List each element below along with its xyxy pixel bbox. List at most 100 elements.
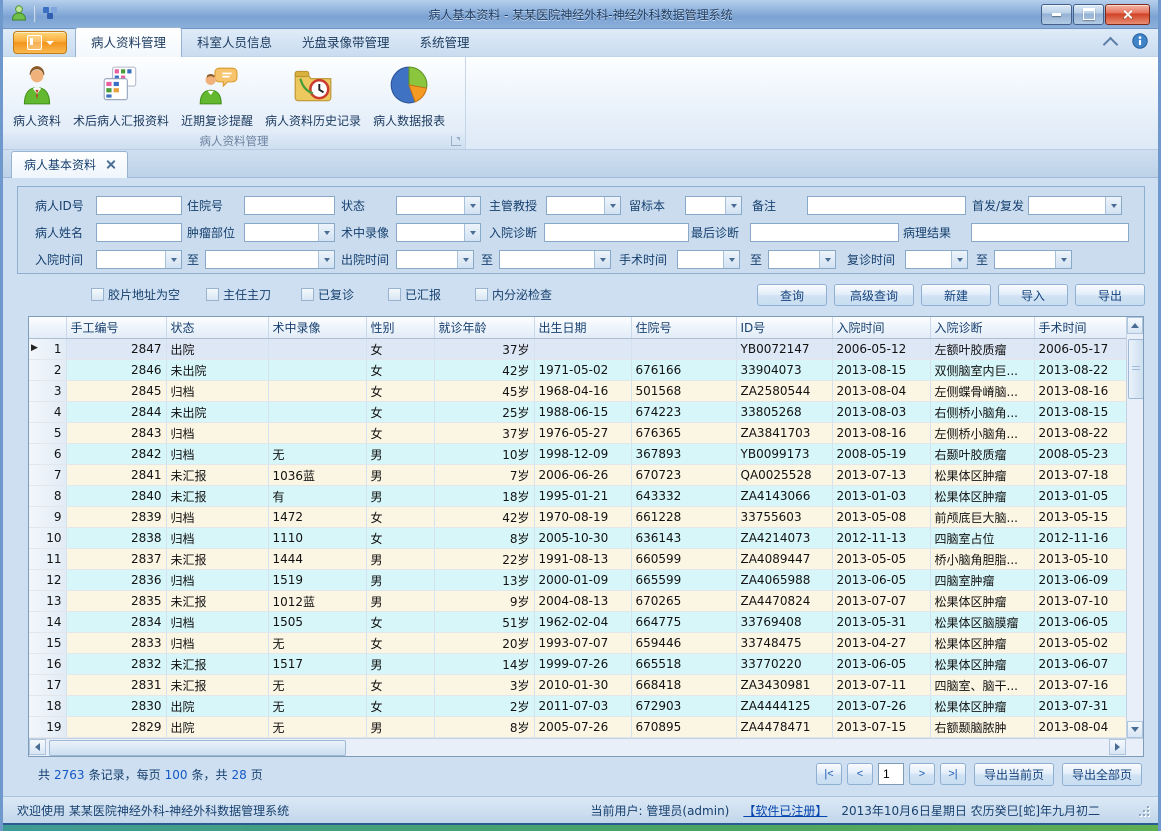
cell-status[interactable]: 归档: [166, 381, 268, 402]
cell-surgery-date[interactable]: 2013-07-10: [1034, 591, 1126, 612]
cell-gender[interactable]: 女: [366, 339, 434, 360]
cell-admission-no[interactable]: 660599: [631, 549, 736, 570]
cell-admit-diagnosis[interactable]: 右侧桥小脑角...: [930, 402, 1034, 423]
software-registered-link[interactable]: 【软件已注册】: [743, 802, 827, 819]
table-row[interactable]: 132835未汇报1012蓝男9岁2004-08-13670265ZA44708…: [29, 591, 1126, 612]
vertical-scroll-thumb[interactable]: [1128, 339, 1143, 399]
filter-input-r2-5[interactable]: [971, 223, 1129, 242]
cell-surgery-date[interactable]: 2008-05-23: [1034, 444, 1126, 465]
filter-combo-r3-3[interactable]: [499, 250, 611, 269]
cell-admit-date[interactable]: 2013-01-03: [832, 486, 930, 507]
cell-admission-no[interactable]: 676166: [631, 360, 736, 381]
table-row[interactable]: 152833归档无女20岁1993-07-0765944633748475201…: [29, 633, 1126, 654]
filter-input-r2-0[interactable]: [96, 223, 182, 242]
cell-admit-diagnosis[interactable]: 前颅底巨大脑...: [930, 507, 1034, 528]
vertical-scrollbar[interactable]: [1126, 317, 1143, 738]
cell-video[interactable]: [268, 402, 366, 423]
cell-admit-diagnosis[interactable]: 四脑室肿瘤: [930, 570, 1034, 591]
ribbon-tab-disc-tape-management[interactable]: 光盘录像带管理: [287, 28, 405, 56]
cell-age[interactable]: 14岁: [434, 654, 534, 675]
cell-birth-date[interactable]: 2004-08-13: [534, 591, 631, 612]
cell-gender[interactable]: 女: [366, 423, 434, 444]
cell-manual-no[interactable]: 2838: [66, 528, 166, 549]
cell-age[interactable]: 45岁: [434, 381, 534, 402]
maximize-button[interactable]: [1073, 4, 1104, 25]
filter-checkbox-1[interactable]: 主任主刀: [206, 286, 271, 303]
cell-admission-no[interactable]: 665518: [631, 654, 736, 675]
cell-video[interactable]: 1444: [268, 549, 366, 570]
cell-admission-no[interactable]: 661228: [631, 507, 736, 528]
cell-age[interactable]: 9岁: [434, 591, 534, 612]
advanced-query-button[interactable]: 高级查询: [834, 284, 914, 306]
previous-page-button[interactable]: <: [847, 763, 873, 785]
patient-data-report-button[interactable]: 病人数据报表: [367, 60, 451, 133]
scroll-down-button[interactable]: [1127, 721, 1143, 738]
cell-video[interactable]: 无: [268, 633, 366, 654]
patient-info-button[interactable]: 病人资料: [7, 60, 67, 133]
checkbox-icon[interactable]: [206, 288, 219, 301]
next-page-button[interactable]: >: [909, 763, 935, 785]
cell-age[interactable]: 25岁: [434, 402, 534, 423]
cell-admit-date[interactable]: 2013-08-16: [832, 423, 930, 444]
chevron-down-icon[interactable]: [165, 251, 181, 268]
cell-id-no[interactable]: ZA4444125: [736, 696, 832, 717]
ribbon-tab-patient-management[interactable]: 病人资料管理: [75, 27, 182, 57]
first-page-button[interactable]: |<: [816, 763, 842, 785]
cell-admit-diagnosis[interactable]: 松果体区肿瘤: [930, 486, 1034, 507]
cell-admission-no[interactable]: 665599: [631, 570, 736, 591]
column-header-admit-date[interactable]: 入院时间: [832, 317, 930, 339]
filter-checkbox-4[interactable]: 内分泌检查: [475, 286, 552, 303]
cell-age[interactable]: 2岁: [434, 696, 534, 717]
cell-status[interactable]: 出院: [166, 339, 268, 360]
cell-id-no[interactable]: ZA4214073: [736, 528, 832, 549]
cell-video[interactable]: 1110: [268, 528, 366, 549]
cell-admit-diagnosis[interactable]: 左侧桥小脑角...: [930, 423, 1034, 444]
application-menu-button[interactable]: [13, 31, 67, 54]
cell-age[interactable]: 20岁: [434, 633, 534, 654]
cell-birth-date[interactable]: 1998-12-09: [534, 444, 631, 465]
cell-age[interactable]: 8岁: [434, 528, 534, 549]
table-row[interactable]: 112837未汇报1444男22岁1991-08-13660599ZA40894…: [29, 549, 1126, 570]
row-number-cell[interactable]: 12: [29, 570, 66, 591]
collapse-ribbon-icon[interactable]: [1103, 37, 1119, 53]
quick-access-icon[interactable]: [42, 5, 58, 24]
table-row[interactable]: 142834归档1505女51岁1962-02-0466477533769408…: [29, 612, 1126, 633]
cell-admit-date[interactable]: 2013-07-13: [832, 465, 930, 486]
cell-birth-date[interactable]: 1976-05-27: [534, 423, 631, 444]
cell-manual-no[interactable]: 2845: [66, 381, 166, 402]
cell-surgery-date[interactable]: 2013-06-05: [1034, 612, 1126, 633]
close-button[interactable]: [1105, 4, 1150, 25]
chevron-down-icon[interactable]: [723, 251, 739, 268]
cell-video[interactable]: 1012蓝: [268, 591, 366, 612]
patient-history-button[interactable]: 病人资料历史记录: [259, 60, 367, 133]
chevron-down-icon[interactable]: [1055, 251, 1071, 268]
table-row[interactable]: 192829出院无男8岁2005-07-26670895ZA4478471201…: [29, 717, 1126, 738]
cell-admit-diagnosis[interactable]: 松果体区肿瘤: [930, 465, 1034, 486]
cell-video[interactable]: 1472: [268, 507, 366, 528]
cell-id-no[interactable]: ZA4478471: [736, 717, 832, 738]
cell-surgery-date[interactable]: 2013-07-16: [1034, 675, 1126, 696]
cell-admit-date[interactable]: 2012-11-13: [832, 528, 930, 549]
cell-gender[interactable]: 男: [366, 654, 434, 675]
cell-admit-date[interactable]: 2013-07-07: [832, 591, 930, 612]
cell-video[interactable]: 有: [268, 486, 366, 507]
cell-birth-date[interactable]: 1971-05-02: [534, 360, 631, 381]
cell-surgery-date[interactable]: 2013-05-10: [1034, 549, 1126, 570]
cell-video[interactable]: 无: [268, 696, 366, 717]
cell-gender[interactable]: 女: [366, 507, 434, 528]
column-header-admission-no[interactable]: 住院号: [631, 317, 736, 339]
cell-video[interactable]: [268, 339, 366, 360]
cell-id-no[interactable]: ZA4470824: [736, 591, 832, 612]
cell-status[interactable]: 归档: [166, 570, 268, 591]
cell-gender[interactable]: 女: [366, 402, 434, 423]
cell-admission-no[interactable]: 659446: [631, 633, 736, 654]
cell-birth-date[interactable]: 2005-07-26: [534, 717, 631, 738]
filter-input-r1-1[interactable]: [244, 196, 335, 215]
cell-admission-no[interactable]: 670265: [631, 591, 736, 612]
close-tab-icon[interactable]: [106, 160, 115, 169]
filter-checkbox-3[interactable]: 已汇报: [388, 286, 441, 303]
cell-id-no[interactable]: YB0099173: [736, 444, 832, 465]
table-row[interactable]: 32845归档女45岁1968-04-16501568ZA25805442013…: [29, 381, 1126, 402]
column-header-status[interactable]: 状态: [166, 317, 268, 339]
cell-manual-no[interactable]: 2832: [66, 654, 166, 675]
